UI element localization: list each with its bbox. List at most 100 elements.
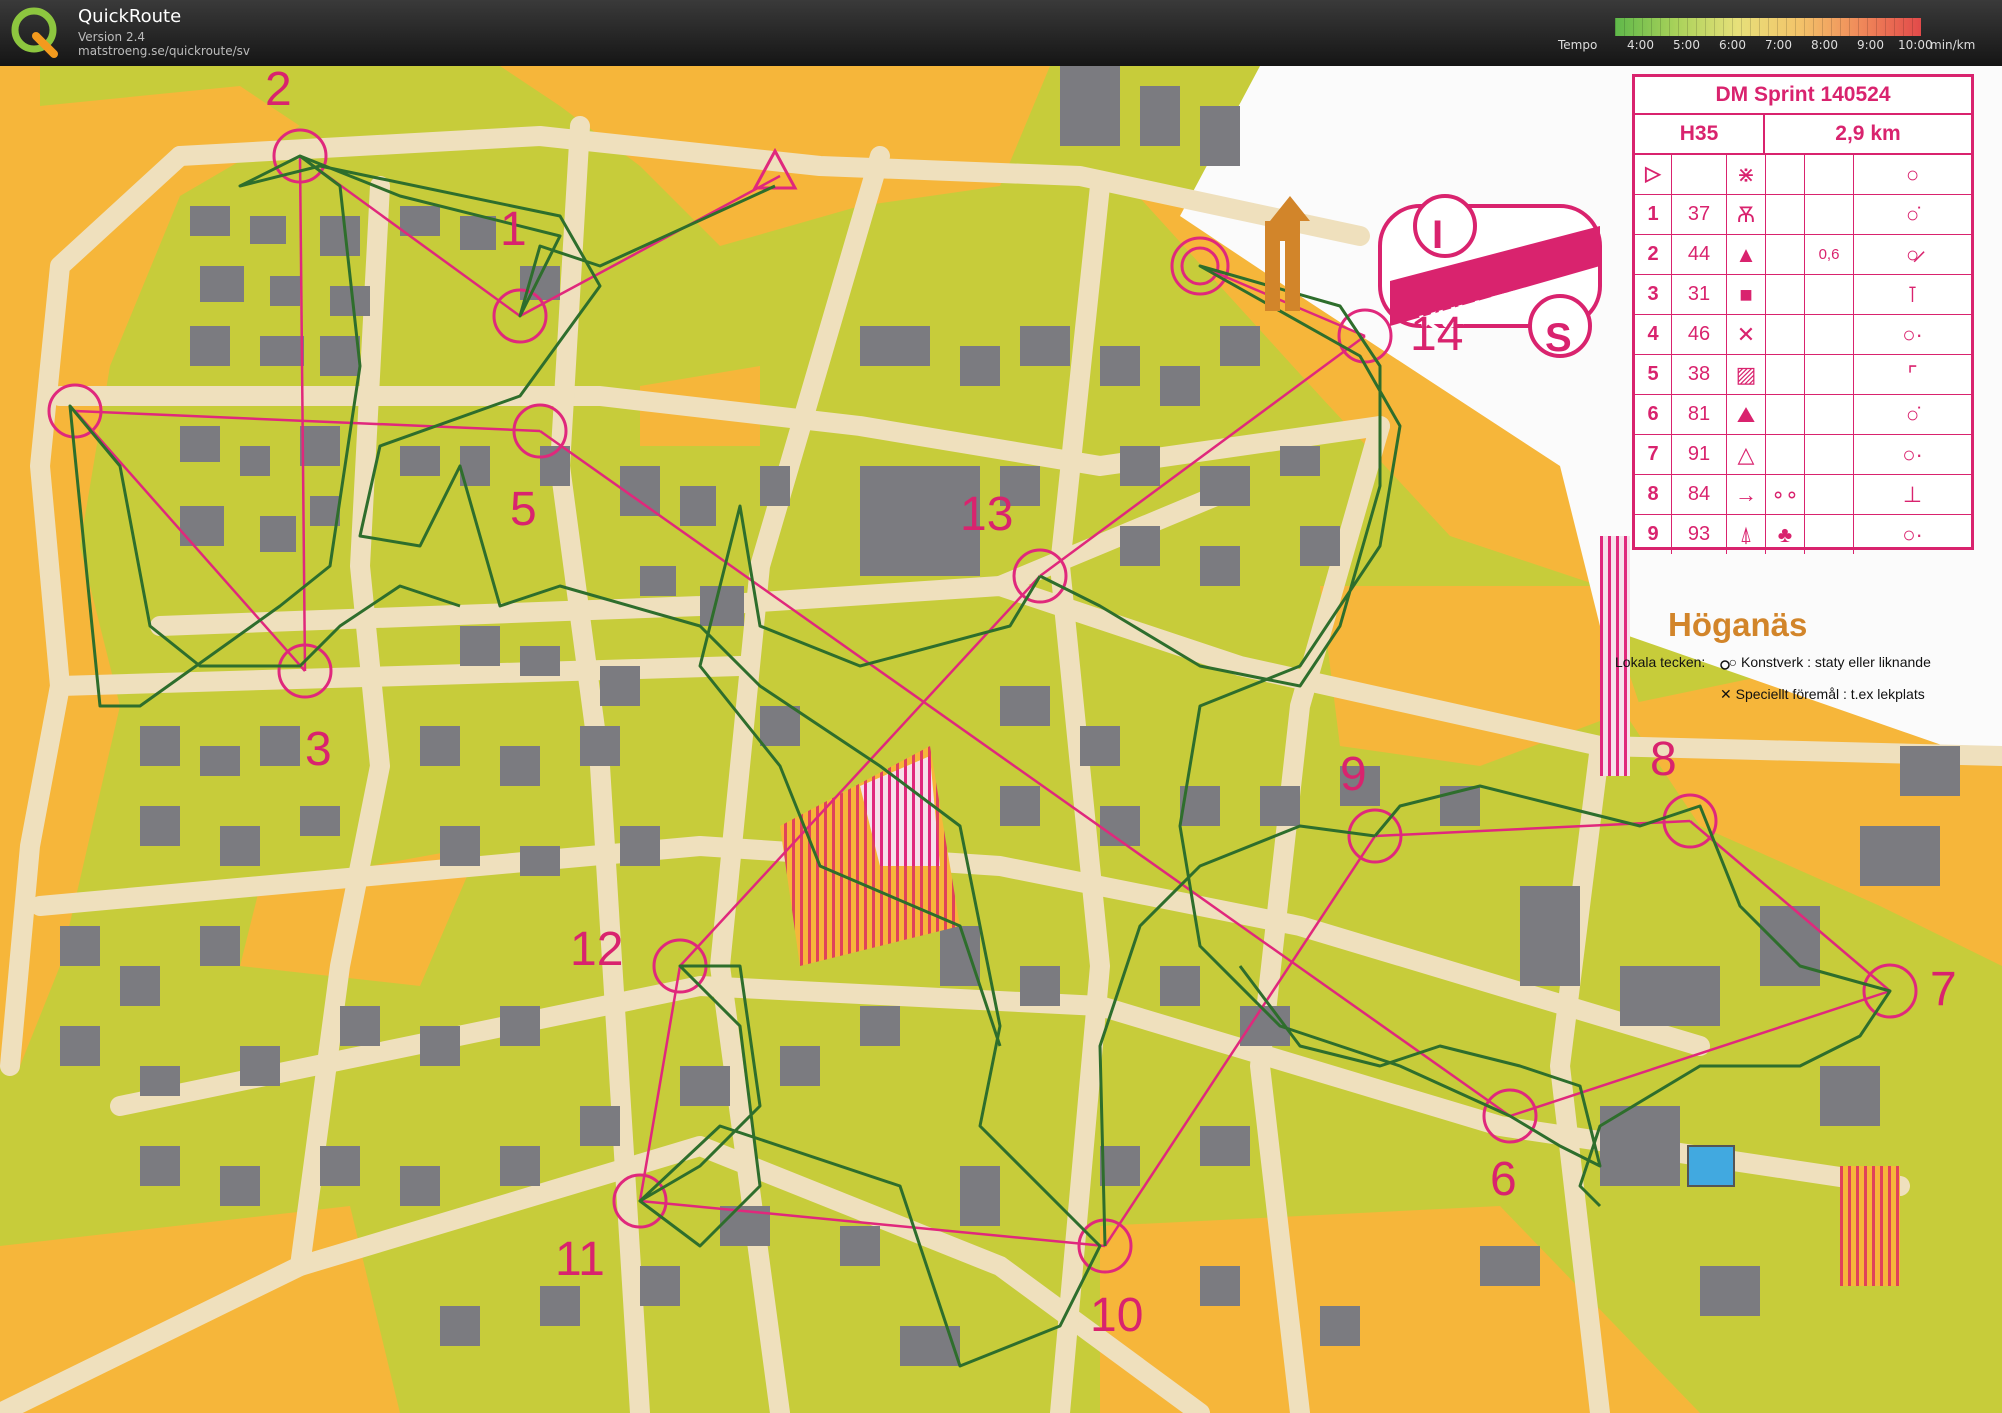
distance	[1805, 395, 1854, 434]
feature-symbol-icon: ∘∘	[1766, 475, 1805, 514]
control-label: 3	[305, 723, 332, 776]
control-label: 11	[555, 1233, 605, 1286]
description-row: 3 31 ■ ⊺	[1635, 275, 1971, 315]
control-number: 1	[1635, 195, 1672, 234]
feature-symbol-icon: ⛰	[1727, 395, 1766, 434]
control-code: 46	[1672, 315, 1727, 354]
description-row: 2 44 ▲ 0,6 ○̷	[1635, 235, 1971, 275]
control-label: 5	[510, 483, 537, 536]
description-row: 5 38 ▨ ⌜	[1635, 355, 1971, 395]
quickroute-logo-icon	[11, 7, 58, 58]
control-label: 13	[960, 488, 1014, 541]
orienteering-map[interactable]: I S KULLEN 1 2 3 5 6 7 8 9 10 11 12 13 1…	[0, 66, 2002, 1413]
control-code: 31	[1672, 275, 1727, 314]
position-symbol-icon: ⊥	[1902, 482, 1923, 507]
start-triangle-icon: ▷	[1635, 155, 1672, 194]
description-row: 8 84 → ∘∘ ⊥	[1635, 475, 1971, 515]
start-position-icon: ○	[1905, 162, 1920, 187]
control-code: 81	[1672, 395, 1727, 434]
legend-line: Lokala tecken: ○ Konstverk : staty eller…	[1615, 654, 1931, 670]
position-symbol-icon: ○̇	[1905, 202, 1920, 227]
control-number: 8	[1635, 475, 1672, 514]
control-label: 1	[500, 203, 527, 256]
distance	[1805, 355, 1854, 394]
feature-symbol-icon: ♣	[1766, 515, 1805, 554]
control-label: 8	[1650, 733, 1677, 786]
course-header: H35 2,9 km	[1635, 115, 1971, 155]
control-label: 10	[1090, 1289, 1144, 1342]
legend-line: ✕ Speciellt föremål : t.ex lekplats	[1720, 686, 1925, 702]
control-label: 12	[570, 923, 624, 976]
position-symbol-icon: ○·	[1902, 322, 1923, 347]
tempo-tick: 5:00	[1673, 38, 1700, 52]
tempo-tick: 9:00	[1857, 38, 1884, 52]
feature-symbol-icon: ▨	[1727, 355, 1766, 394]
control-code: 44	[1672, 235, 1727, 274]
position-symbol-icon: ⌜	[1907, 362, 1918, 387]
place-name: Höganäs	[1668, 606, 1808, 643]
control-number: 4	[1635, 315, 1672, 354]
control-code: 91	[1672, 435, 1727, 474]
title-bar: QuickRoute Version 2.4 matstroeng.se/qui…	[0, 0, 2002, 66]
legend-statue: ○ Konstverk : staty eller liknande	[1728, 654, 1931, 670]
control-number: 5	[1635, 355, 1672, 394]
control-code: 37	[1672, 195, 1727, 234]
position-symbol-icon: ○·	[1902, 522, 1923, 547]
tempo-tick: 6:00	[1719, 38, 1746, 52]
tempo-label: Tempo	[1558, 38, 1598, 52]
control-label: 6	[1490, 1153, 1517, 1206]
course-class: H35	[1635, 115, 1765, 153]
position-symbol-icon: ○̇	[1905, 402, 1920, 427]
app-version: Version 2.4	[78, 30, 146, 44]
description-row: 6 81 ⛰ ○̇	[1635, 395, 1971, 435]
description-row: 9 93 ⍋ ♣ ○·	[1635, 515, 1971, 554]
tempo-tick: 8:00	[1811, 38, 1838, 52]
description-row: 4 46 ✕ ○·	[1635, 315, 1971, 355]
control-label: 14	[1410, 308, 1464, 361]
feature-symbol-icon: Ѫ	[1727, 195, 1766, 234]
course-length: 2,9 km	[1835, 122, 1901, 145]
feature-symbol-icon: ▲	[1727, 235, 1766, 274]
description-row: 7 91 △ ○·	[1635, 435, 1971, 475]
position-symbol-icon: ⊺	[1906, 282, 1919, 307]
control-description-sheet: DM Sprint 140524 H35 2,9 km ▷ ⋇ ○ 1 37 Ѫ …	[1632, 74, 1974, 554]
position-symbol-icon: ○·	[1902, 442, 1923, 467]
feature-symbol-icon: ■	[1727, 275, 1766, 314]
control-code: 38	[1672, 355, 1727, 394]
control-number: 7	[1635, 435, 1672, 474]
distance	[1805, 315, 1854, 354]
app-name: QuickRoute	[78, 6, 182, 27]
club-letter-s: S	[1545, 316, 1572, 360]
control-number: 9	[1635, 515, 1672, 554]
tempo-unit: min/km	[1930, 38, 1976, 52]
tree-icon: ⍋	[1727, 515, 1766, 554]
feature-symbol-icon: ✕	[1727, 315, 1766, 354]
control-label: 2	[265, 66, 292, 116]
distance	[1805, 275, 1854, 314]
feature-symbol-icon: △	[1727, 435, 1766, 474]
control-number: 3	[1635, 275, 1672, 314]
tempo-scale	[1615, 18, 1921, 36]
control-label: 7	[1930, 963, 1957, 1016]
distance	[1805, 435, 1854, 474]
tempo-tick: 7:00	[1765, 38, 1792, 52]
club-letter-i: I	[1432, 213, 1443, 257]
position-symbol-icon: ○̷	[1905, 242, 1920, 267]
app-url: matstroeng.se/quickroute/sv	[78, 44, 251, 58]
event-title: DM Sprint 140524	[1635, 77, 1971, 115]
control-code: 93	[1672, 515, 1727, 554]
control-number: 2	[1635, 235, 1672, 274]
pool	[1687, 1145, 1735, 1187]
description-row: 1 37 Ѫ ○̇	[1635, 195, 1971, 235]
tempo-tick: 10:00	[1898, 38, 1933, 52]
tempo-tick: 4:00	[1627, 38, 1654, 52]
start-feature-icon: ⋇	[1727, 155, 1766, 194]
arrow-icon: →	[1727, 475, 1766, 514]
legend-title: Lokala tecken:	[1615, 654, 1706, 670]
distance	[1805, 515, 1854, 554]
control-number: 6	[1635, 395, 1672, 434]
distance	[1805, 195, 1854, 234]
control-code: 84	[1672, 475, 1727, 514]
hatched-area	[1840, 1166, 1900, 1286]
control-label: 9	[1340, 748, 1367, 801]
